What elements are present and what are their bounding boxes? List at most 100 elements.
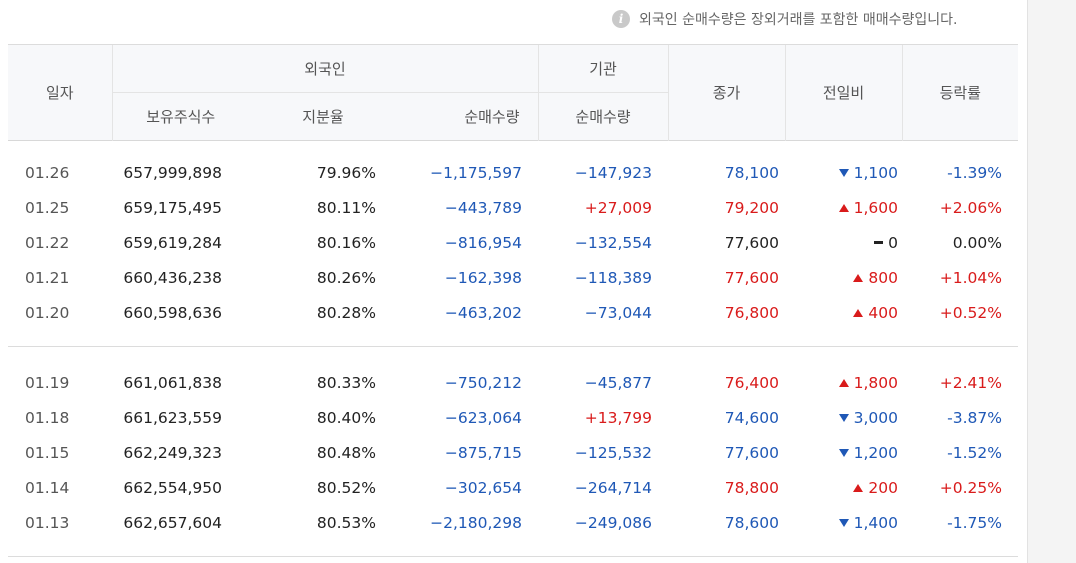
change-value: 1,600 — [853, 198, 899, 217]
notice: i 외국인 순매수량은 장외거래를 포함한 매매수량입니다. — [612, 8, 1032, 30]
arrow-up-icon — [853, 483, 864, 492]
table-row: 01.19 661,061,838 80.33% −750,212 −45,877 76,… — [8, 365, 1018, 400]
header-close: 종가 — [667, 44, 786, 141]
arrow-up-icon — [853, 308, 864, 317]
arrow-down-icon — [838, 413, 849, 422]
cell-rate: +2.06% — [939, 198, 1003, 217]
cell-change: 1,400 — [785, 505, 902, 540]
arrow-up-icon — [838, 203, 849, 212]
cell-holdings: 661,623,559 — [123, 408, 222, 427]
cell-date: 01.18 — [25, 408, 70, 427]
cell-share: 80.11% — [316, 198, 376, 217]
cell-foreign-net: −816,954 — [444, 233, 523, 252]
cell-foreign-net: −443,789 — [444, 198, 523, 217]
cell-rate: +2.41% — [939, 373, 1003, 392]
spacer-row — [8, 141, 1018, 156]
cell-foreign-net: −875,715 — [444, 443, 523, 462]
table-row: 01.26 657,999,898 79.96% −1,175,597 −147,923… — [8, 155, 1018, 190]
cell-rate: +0.25% — [939, 478, 1003, 497]
cell-inst-net: −125,532 — [574, 443, 653, 462]
cell-rate: -1.52% — [947, 443, 1003, 462]
cell-change: 1,100 — [785, 155, 902, 190]
header-foreign: 외국인 — [111, 44, 539, 93]
cell-foreign-net: −302,654 — [444, 478, 523, 497]
cell-date: 01.26 — [25, 163, 70, 182]
change-value: 3,000 — [853, 408, 899, 427]
cell-close: 77,600 — [724, 443, 780, 462]
table-row: 01.22 659,619,284 80.16% −816,954 −132,554 77… — [8, 225, 1018, 260]
cell-inst-net: +27,009 — [584, 198, 653, 217]
cell-change: 0 — [785, 225, 902, 260]
cell-inst-net: −249,086 — [574, 513, 653, 532]
cell-inst-net: +13,799 — [584, 408, 653, 427]
header-date: 일자 — [8, 44, 112, 141]
cell-change: 1,600 — [785, 190, 902, 225]
cell-share: 80.33% — [316, 373, 376, 392]
table-row: 01.15 662,249,323 80.48% −875,715 −125,532 77… — [8, 435, 1018, 470]
cell-change: 200 — [785, 470, 902, 505]
header-holdings: 보유주식수 — [111, 92, 249, 141]
cell-close: 78,600 — [724, 513, 780, 532]
page-scroll-margin — [1027, 0, 1076, 563]
cell-foreign-net: −2,180,298 — [430, 513, 523, 532]
cell-date: 01.21 — [25, 268, 70, 287]
notice-text: 외국인 순매수량은 장외거래를 포함한 매매수량입니다. — [639, 12, 958, 28]
cell-close: 76,800 — [724, 303, 780, 322]
change-value: 200 — [868, 478, 899, 497]
cell-change: 3,000 — [785, 400, 902, 435]
cell-date: 01.22 — [25, 233, 70, 252]
group-divider — [8, 540, 1019, 557]
cell-foreign-net: −463,202 — [444, 303, 523, 322]
cell-rate: -3.87% — [947, 408, 1003, 427]
cell-holdings: 660,436,238 — [123, 268, 222, 287]
cell-close: 76,400 — [724, 373, 780, 392]
cell-share: 80.28% — [316, 303, 376, 322]
cell-date: 01.14 — [25, 478, 70, 497]
cell-holdings: 662,249,323 — [123, 443, 222, 462]
cell-share: 80.48% — [316, 443, 376, 462]
header-share: 지분율 — [249, 92, 397, 141]
cell-close: 78,800 — [724, 478, 780, 497]
cell-date: 01.13 — [25, 513, 70, 532]
cell-foreign-net: −162,398 — [444, 268, 523, 287]
info-icon: i — [612, 10, 630, 28]
cell-foreign-net: −750,212 — [444, 373, 523, 392]
cell-close: 77,600 — [724, 268, 780, 287]
header-inst-net: 순매수량 — [537, 92, 669, 141]
cell-holdings: 662,554,950 — [123, 478, 222, 497]
cell-inst-net: −45,877 — [584, 373, 653, 392]
cell-rate: +0.52% — [939, 303, 1003, 322]
change-value: 0 — [888, 233, 899, 252]
table-row: 01.25 659,175,495 80.11% −443,789 +27,009 79,… — [8, 190, 1018, 225]
cell-rate: -1.75% — [947, 513, 1003, 532]
change-value: 1,800 — [853, 373, 899, 392]
cell-change: 400 — [785, 295, 902, 330]
cell-change: 1,200 — [785, 435, 902, 470]
cell-holdings: 661,061,838 — [123, 373, 222, 392]
table-row: 01.21 660,436,238 80.26% −162,398 −118,389 77… — [8, 260, 1018, 295]
change-value: 1,100 — [853, 163, 899, 182]
cell-share: 80.26% — [316, 268, 376, 287]
cell-holdings: 662,657,604 — [123, 513, 222, 532]
cell-rate: -1.39% — [947, 163, 1003, 182]
cell-close: 79,200 — [724, 198, 780, 217]
cell-date: 01.25 — [25, 198, 70, 217]
header-foreign-net: 순매수량 — [397, 92, 539, 141]
change-value: 1,400 — [853, 513, 899, 532]
cell-inst-net: −147,923 — [574, 163, 653, 182]
arrow-down-icon — [838, 168, 849, 177]
cell-date: 01.20 — [25, 303, 70, 322]
flat-dash-icon — [874, 240, 884, 244]
arrow-up-icon — [853, 273, 864, 282]
cell-close: 74,600 — [724, 408, 780, 427]
change-value: 800 — [868, 268, 899, 287]
group-divider — [8, 330, 1019, 347]
cell-share: 80.40% — [316, 408, 376, 427]
cell-share: 80.53% — [316, 513, 376, 532]
change-value: 400 — [868, 303, 899, 322]
cell-rate: +1.04% — [939, 268, 1003, 287]
cell-date: 01.15 — [25, 443, 70, 462]
header-row-top: 일자 외국인 기관 종가 전일비 등락률 — [8, 44, 1019, 141]
cell-holdings: 659,175,495 — [123, 198, 222, 217]
cell-share: 79.96% — [316, 163, 376, 182]
